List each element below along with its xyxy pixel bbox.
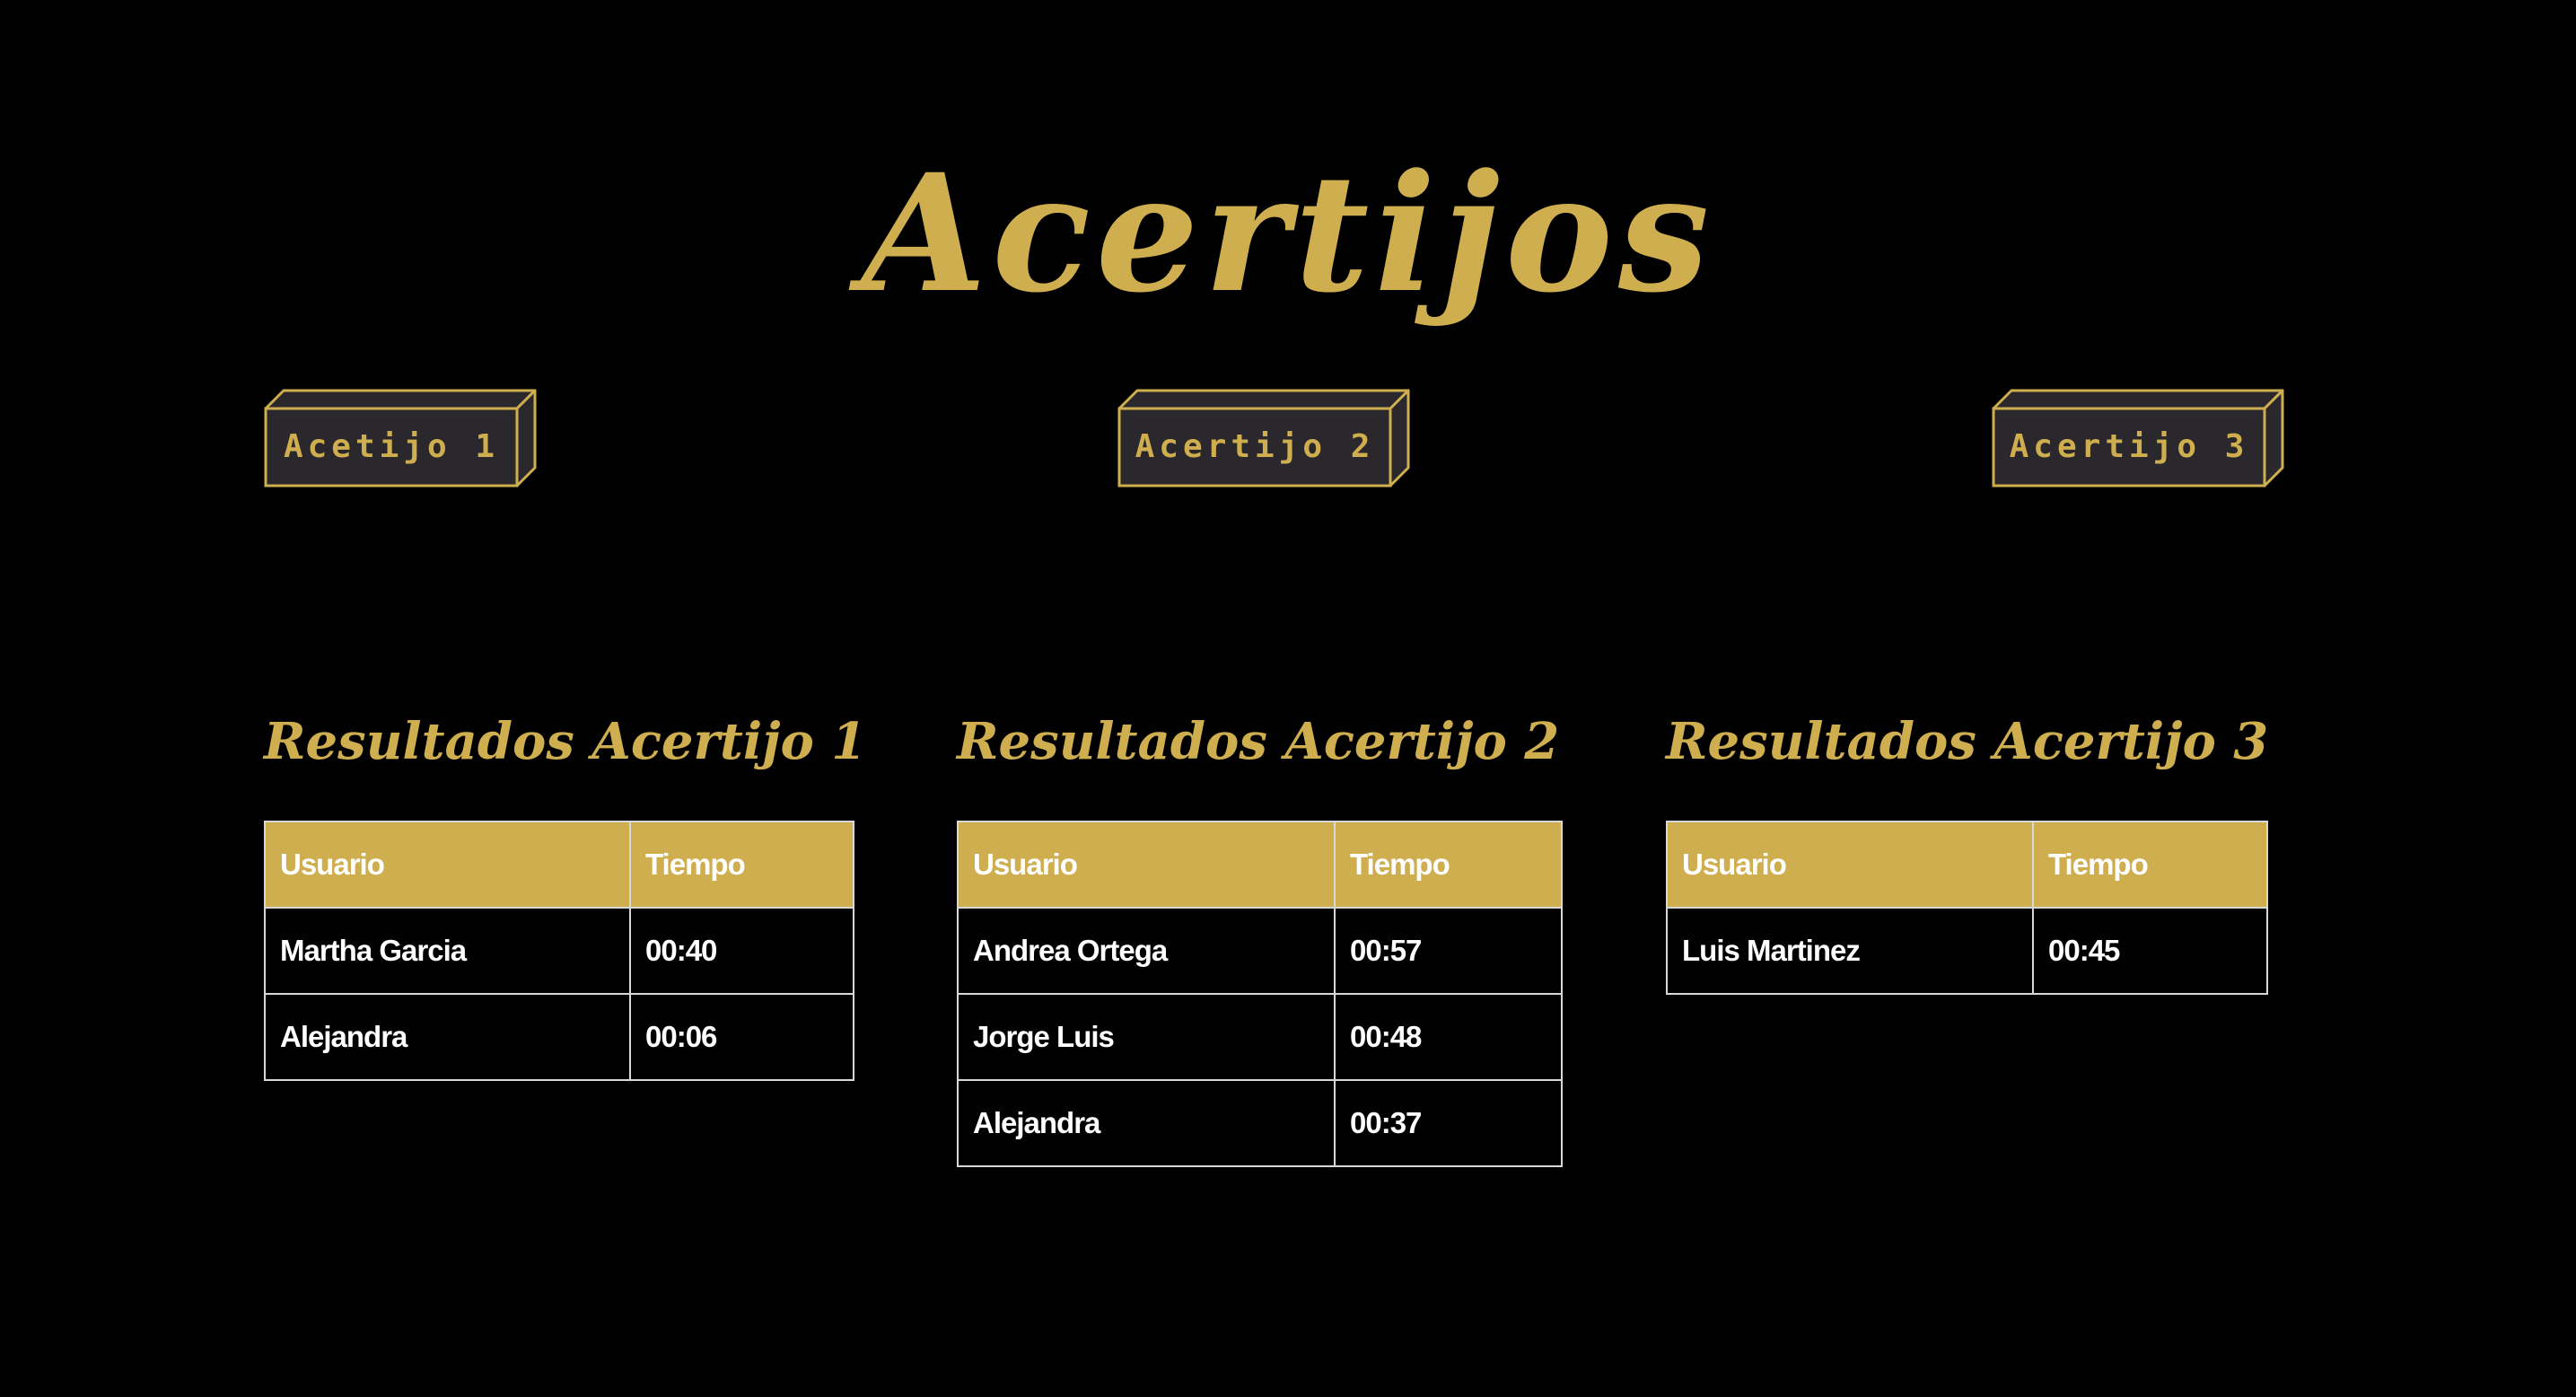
results-table-2: Usuario Tiempo Andrea Ortega 00:57 Jorge… <box>957 821 1563 1167</box>
cell-usuario: Martha Garcia <box>264 907 631 995</box>
acertijo-3-button-label: Acertijo 3 <box>2009 428 2249 465</box>
page-title: Acertijos <box>861 138 1715 329</box>
acertijo-3-button[interactable]: Acertijo 3 <box>1992 389 2286 488</box>
results-title-2: Resultados Acertijo 2 <box>957 712 1560 772</box>
table-header-row: Usuario Tiempo <box>1666 821 2268 909</box>
table-row: Andrea Ortega 00:57 <box>957 907 1563 995</box>
cell-tiempo: 00:48 <box>1334 993 1563 1081</box>
cell-tiempo: 00:57 <box>1334 907 1563 995</box>
cell-usuario: Andrea Ortega <box>957 907 1336 995</box>
cell-usuario: Luis Martinez <box>1666 907 2034 995</box>
cell-usuario: Alejandra <box>264 993 631 1081</box>
acertijo-2-button[interactable]: Acertijo 2 <box>1117 389 1412 488</box>
table-row: Alejandra 00:37 <box>957 1079 1563 1167</box>
cell-tiempo: 00:37 <box>1334 1079 1563 1167</box>
cell-usuario: Jorge Luis <box>957 993 1336 1081</box>
table-row: Alejandra 00:06 <box>264 993 854 1081</box>
cell-tiempo: 00:06 <box>629 993 854 1081</box>
column-header-usuario: Usuario <box>264 821 631 909</box>
acertijo-1-button[interactable]: Acetijo 1 <box>264 389 539 488</box>
table-row: Luis Martinez 00:45 <box>1666 907 2268 995</box>
acertijo-2-button-label: Acertijo 2 <box>1135 428 1375 465</box>
acertijo-1-button-label: Acetijo 1 <box>283 428 500 465</box>
table-row: Martha Garcia 00:40 <box>264 907 854 995</box>
column-header-usuario: Usuario <box>957 821 1336 909</box>
cell-usuario: Alejandra <box>957 1079 1336 1167</box>
table-header-row: Usuario Tiempo <box>957 821 1563 909</box>
column-header-tiempo: Tiempo <box>629 821 854 909</box>
column-header-usuario: Usuario <box>1666 821 2034 909</box>
results-table-1: Usuario Tiempo Martha Garcia 00:40 Aleja… <box>264 821 854 1081</box>
results-title-3: Resultados Acertijo 3 <box>1666 712 2269 772</box>
results-title-1: Resultados Acertijo 1 <box>264 712 867 772</box>
table-header-row: Usuario Tiempo <box>264 821 854 909</box>
table-row: Jorge Luis 00:48 <box>957 993 1563 1081</box>
cell-tiempo: 00:40 <box>629 907 854 995</box>
results-table-3: Usuario Tiempo Luis Martinez 00:45 <box>1666 821 2268 995</box>
cell-tiempo: 00:45 <box>2032 907 2268 995</box>
column-header-tiempo: Tiempo <box>2032 821 2268 909</box>
column-header-tiempo: Tiempo <box>1334 821 1563 909</box>
